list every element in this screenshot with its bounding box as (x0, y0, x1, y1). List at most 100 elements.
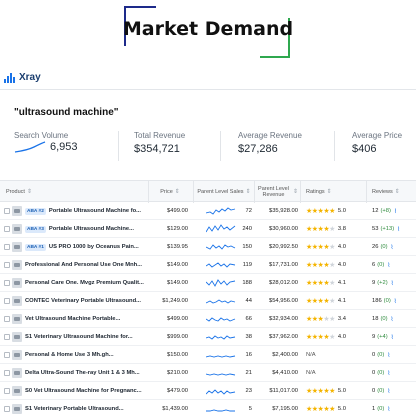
table-row[interactable]: S1 Veterinary Portable Ultrasound... $1,… (0, 400, 416, 416)
trend-chart-icon[interactable]: ⌇ (387, 352, 390, 359)
trend-chart-icon[interactable]: ⌇ (391, 334, 394, 341)
product-cell[interactable]: Professional And Personal Use One Mnh... (25, 256, 145, 274)
product-name-link[interactable]: Professional And Personal Use One Mnh... (25, 262, 142, 268)
trend-chart-icon[interactable]: ⌇ (391, 316, 394, 323)
reviews-delta: (0) (377, 406, 385, 412)
trend-chart-icon[interactable]: ⌇ (394, 208, 397, 215)
product-cell[interactable]: Delta Ultra-Sound The-ray Unit 1 & 3 Mh.… (25, 364, 145, 382)
table-row[interactable]: Personal & Home Use 3 Mh.gh... $150.00 1… (0, 346, 416, 364)
column-header-sales[interactable]: Parent Level Sales ⇕ (195, 181, 253, 203)
price-value: $479.00 (167, 388, 188, 394)
table-row[interactable]: Personal Care One. Mvgz Premium Qualit..… (0, 274, 416, 292)
column-header-ratings[interactable]: Ratings ⇕ (306, 181, 356, 203)
product-cell[interactable]: ABA #3 Portable Ultrasound Machine... (25, 220, 145, 238)
trend-chart-icon[interactable]: ⌇ (387, 406, 390, 413)
trend-chart-icon[interactable]: ⌇ (387, 370, 390, 377)
product-cell[interactable]: ABA #1 US PRO 1000 by Oceanus Pain... (25, 238, 145, 256)
sales-cell: 119 (236, 256, 252, 274)
row-checkbox[interactable] (4, 262, 10, 268)
product-name-link[interactable]: Delta Ultra-Sound The-ray Unit 1 & 3 Mh.… (25, 370, 140, 376)
revenue-value: $7,195.00 (272, 406, 298, 412)
product-cell[interactable]: Personal Care One. Mvgz Premium Qualit..… (25, 274, 145, 292)
row-checkbox[interactable] (4, 370, 10, 376)
sales-sparkline (206, 335, 236, 340)
row-checkbox[interactable] (4, 298, 10, 304)
product-name-link[interactable]: Personal & Home Use 3 Mh.gh... (25, 352, 114, 358)
row-checkbox[interactable] (4, 406, 10, 412)
table-row[interactable]: S1 Veterinary Ultrasound Machine for... … (0, 328, 416, 346)
product-name-link[interactable]: Vet Ultrasound Machine Portable... (25, 316, 120, 322)
product-name-link[interactable]: CONTEC Veterinary Portable Ultrasound... (25, 298, 141, 304)
reviews-count: 26 (372, 244, 379, 250)
product-cell[interactable]: Personal & Home Use 3 Mh.gh... (25, 346, 145, 364)
product-cell[interactable]: S0 Vet Ultrasound Machine for Pregnanc..… (25, 382, 145, 400)
column-header-price[interactable]: Price ⇕ (150, 181, 190, 203)
row-checkbox[interactable] (4, 334, 10, 340)
product-cell[interactable]: CONTEC Veterinary Portable Ultrasound... (25, 292, 145, 310)
row-checkbox[interactable] (4, 244, 10, 250)
rating-value: 4.0 (337, 334, 346, 340)
rating-value: 4.0 (337, 244, 346, 250)
price-value: $149.00 (167, 280, 188, 286)
metric-average-price: Average Price $406 (352, 131, 412, 163)
price-value: $139.95 (167, 244, 188, 250)
row-checkbox[interactable] (4, 280, 10, 286)
reviews-cell: 0 (0) ⌇ (372, 364, 416, 382)
trend-chart-icon[interactable]: ⌇ (387, 262, 390, 269)
product-name-link[interactable]: Portable Ultrasound Machine fo... (49, 208, 141, 214)
product-name-link[interactable]: Personal Care One. Mvgz Premium Qualit..… (25, 280, 144, 286)
product-cell[interactable]: S1 Veterinary Portable Ultrasound... (25, 400, 145, 416)
reviews-count: 9 (372, 280, 376, 286)
table-row[interactable]: S0 Vet Ultrasound Machine for Pregnanc..… (0, 382, 416, 400)
table-row[interactable]: ABA #3 Portable Ultrasound Machine... $1… (0, 220, 416, 238)
reviews-cell: 186 (0) ⌇ (372, 292, 416, 310)
product-thumbnail (12, 332, 22, 342)
product-cell[interactable]: S1 Veterinary Ultrasound Machine for... (25, 328, 145, 346)
trend-chart-icon[interactable]: ⌇ (387, 388, 390, 395)
row-checkbox[interactable] (4, 352, 10, 358)
price-cell: $499.00 (150, 310, 188, 328)
table-row[interactable]: Vet Ultrasound Machine Portable... $499.… (0, 310, 416, 328)
market-demand-banner: Market Demand (0, 0, 416, 66)
table-row[interactable]: Delta Ultra-Sound The-ray Unit 1 & 3 Mh.… (0, 364, 416, 382)
row-checkbox[interactable] (4, 388, 10, 394)
row-checkbox[interactable] (4, 316, 10, 322)
table-row[interactable]: ABA #2 Portable Ultrasound Machine fo...… (0, 202, 416, 220)
column-divider (148, 181, 149, 203)
app-header: Xray (0, 66, 416, 90)
trend-chart-icon[interactable]: ⌇ (391, 280, 394, 287)
rating-cell: N/A (306, 364, 364, 382)
table-row[interactable]: CONTEC Veterinary Portable Ultrasound...… (0, 292, 416, 310)
column-header-reviews[interactable]: Reviews ⇕ (372, 181, 416, 203)
price-cell: $150.00 (150, 346, 188, 364)
product-name-link[interactable]: S1 Veterinary Ultrasound Machine for... (25, 334, 133, 340)
reviews-delta: (+8) (380, 208, 391, 214)
reviews-cell: 18 (0) ⌇ (372, 310, 416, 328)
product-thumbnail (12, 260, 22, 270)
product-name-link[interactable]: S1 Veterinary Portable Ultrasound... (25, 406, 124, 412)
product-thumbnail (12, 206, 22, 216)
table-row[interactable]: Professional And Personal Use One Mnh...… (0, 256, 416, 274)
trend-chart-icon[interactable]: ⌇ (397, 226, 400, 233)
metric-average-revenue: Average Revenue $27,286 (238, 131, 328, 163)
price-cell: $999.00 (150, 328, 188, 346)
table-row[interactable]: ABA #1 US PRO 1000 by Oceanus Pain... $1… (0, 238, 416, 256)
trend-chart-icon[interactable]: ⌇ (391, 244, 394, 251)
reviews-count: 186 (372, 298, 382, 304)
price-cell: $479.00 (150, 382, 188, 400)
product-name-link[interactable]: S0 Vet Ultrasound Machine for Pregnanc..… (25, 388, 142, 394)
trend-chart-icon[interactable]: ⌇ (394, 298, 397, 305)
product-cell[interactable]: ABA #2 Portable Ultrasound Machine fo... (25, 202, 145, 220)
reviews-delta: (0) (380, 244, 388, 250)
column-header-product[interactable]: Product ⇕ (6, 181, 96, 203)
product-name-link[interactable]: US PRO 1000 by Oceanus Pain... (49, 244, 139, 250)
sales-sparkline (206, 244, 236, 250)
product-name-link[interactable]: Portable Ultrasound Machine... (49, 226, 134, 232)
rating-cell: ★★★★★ 5.0 (306, 202, 364, 220)
row-checkbox[interactable] (4, 208, 10, 214)
column-header-revenue[interactable]: Parent Level Revenue ⇕ (256, 181, 298, 203)
price-value: $499.00 (167, 208, 188, 214)
metric-search-volume: Search Volume 6,953 (14, 131, 104, 163)
product-cell[interactable]: Vet Ultrasound Machine Portable... (25, 310, 145, 328)
row-checkbox[interactable] (4, 226, 10, 232)
